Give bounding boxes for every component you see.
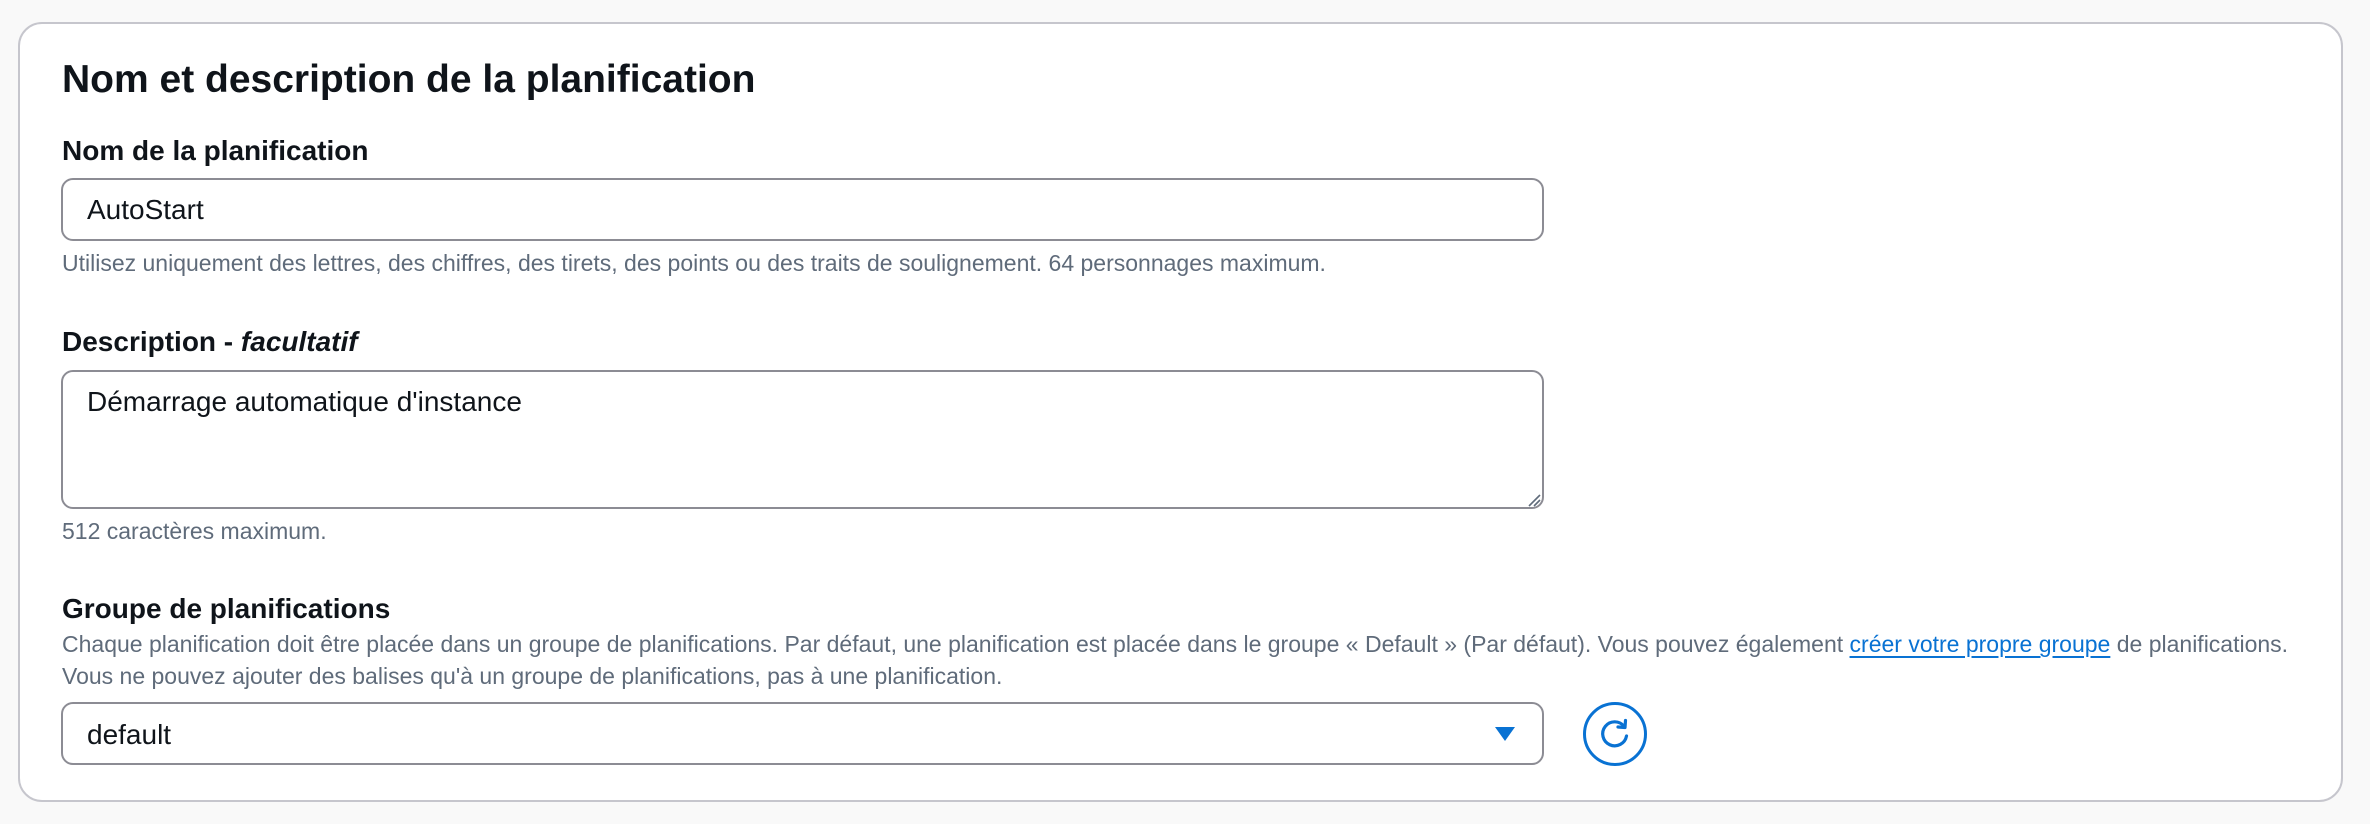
create-group-link[interactable]: créer votre propre groupe: [1850, 631, 2111, 657]
optional-label: facultatif: [240, 326, 358, 357]
schedule-name-label: Nom de la planification: [62, 135, 369, 166]
description-label: Description - facultatif: [62, 325, 358, 359]
group-desc-before: Chaque planification doit être placée da…: [62, 631, 1850, 657]
schedule-group-select[interactable]: default: [61, 702, 1544, 765]
refresh-button[interactable]: [1583, 702, 1647, 766]
schedule-group-selected-value: default: [87, 719, 172, 750]
schedule-name-hint: Utilisez uniquement des lettres, des chi…: [62, 250, 1326, 276]
refresh-icon: [1601, 718, 1629, 748]
description-hint: 512 caractères maximum.: [62, 518, 327, 544]
schedule-name-input[interactable]: [61, 178, 1544, 241]
section-title: Nom et description de la planification: [62, 58, 756, 101]
description-textarea[interactable]: Démarrage automatique d'instance: [61, 370, 1544, 509]
resize-grip-icon[interactable]: [1527, 493, 1541, 507]
schedule-group-description: Chaque planification doit être placée da…: [62, 628, 2322, 692]
caret-down-icon: [1495, 727, 1515, 741]
description-label-text: Description -: [62, 326, 241, 357]
schedule-group-label: Groupe de planifications: [62, 593, 391, 624]
schedule-name-description-panel: Nom et description de la planification N…: [18, 22, 2343, 802]
